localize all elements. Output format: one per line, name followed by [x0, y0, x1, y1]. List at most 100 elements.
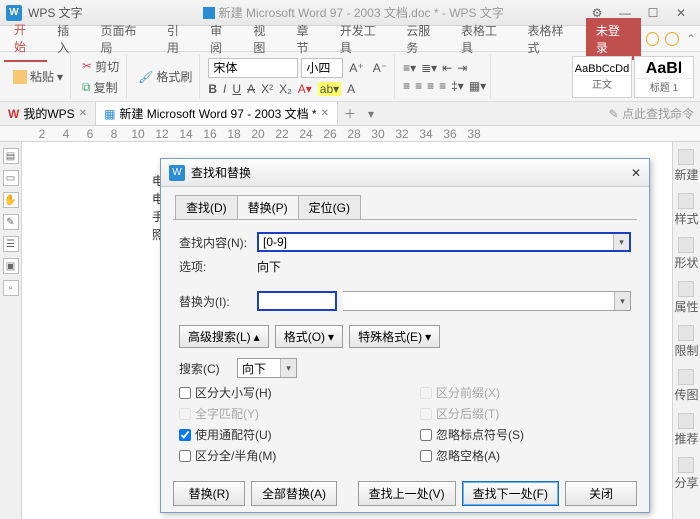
find-replace-dialog: W 查找和替换 ✕ 查找(D) 替换(P) 定位(G) 查找内容(N): [0-… — [160, 158, 650, 513]
char-border-button[interactable]: A — [347, 82, 355, 96]
find-next-button[interactable]: 查找下一处(F) — [462, 481, 559, 506]
replace-label: 替换为(I): — [179, 293, 251, 310]
panel-image[interactable]: 传图 — [674, 366, 698, 406]
extra-icon-1[interactable] — [646, 32, 660, 46]
chevron-down-icon[interactable]: ▾ — [614, 292, 630, 310]
format-brush-button[interactable]: 🖌格式刷 — [135, 67, 195, 86]
page-icon[interactable]: ▫ — [3, 280, 19, 296]
close-tab-icon[interactable]: ✕ — [79, 108, 87, 119]
new-tab-button[interactable]: ＋ — [338, 105, 362, 122]
find-input[interactable]: [0-9]▾ — [257, 232, 631, 252]
font-grow-button[interactable]: A⁺ — [346, 58, 366, 78]
chevron-down-icon[interactable]: ▾ — [280, 359, 296, 377]
highlight-icon[interactable]: ✎ — [3, 214, 19, 230]
dialog-title-bar[interactable]: W 查找和替换 ✕ — [161, 159, 649, 187]
replace-all-button[interactable]: 全部替换(A) — [251, 481, 337, 506]
panel-shape[interactable]: 形状 — [674, 234, 698, 274]
right-panel: 新建 样式 形状 属性 限制 传图 推荐 分享 — [672, 142, 700, 519]
bold-button[interactable]: B — [208, 82, 217, 96]
camera-icon[interactable]: ▣ — [3, 258, 19, 274]
numbering-button[interactable]: ≣▾ — [421, 61, 437, 75]
doc-tab-current[interactable]: ▦新建 Microsoft Word 97 - 2003 文档 *✕ — [96, 102, 338, 125]
font-size-select[interactable]: 小四 — [301, 58, 343, 78]
indent-inc-button[interactable]: ⇥ — [457, 61, 467, 75]
underline-button[interactable]: U — [232, 82, 241, 96]
super-button[interactable]: X² — [261, 82, 273, 96]
replace-input[interactable] — [257, 291, 337, 311]
chk-case[interactable]: 区分大小写(H) — [179, 384, 390, 401]
style-heading1[interactable]: AaBl标题 1 — [634, 56, 694, 98]
dialog-tab-replace[interactable]: 替换(P) — [237, 195, 299, 219]
bullets-button[interactable]: ≡▾ — [403, 61, 416, 75]
document-tabs: W我的WPS✕ ▦新建 Microsoft Word 97 - 2003 文档 … — [0, 102, 700, 126]
close-tab-icon[interactable]: ✕ — [321, 108, 329, 119]
style-normal[interactable]: AaBbCcDd正文 — [572, 56, 632, 98]
strike-button[interactable]: A — [247, 82, 255, 96]
ribbon-tabs: 开始 插入 页面布局 引用 审阅 视图 章节 开发工具 云服务 表格工具 表格样… — [0, 26, 700, 52]
font-color-button[interactable]: A▾ — [298, 82, 312, 96]
panel-prop[interactable]: 属性 — [674, 278, 698, 318]
extra-icon-2[interactable] — [665, 32, 679, 46]
collapse-ribbon-icon[interactable]: ⌃ — [686, 32, 696, 46]
dialog-close-icon[interactable]: ✕ — [631, 166, 641, 180]
italic-button[interactable]: I — [223, 82, 226, 96]
font-name-select[interactable]: 宋体 — [208, 58, 298, 78]
chk-suffix: 区分后缀(T) — [420, 405, 631, 422]
chk-whole: 全字匹配(Y) — [179, 405, 390, 422]
font-shrink-button[interactable]: A⁻ — [370, 58, 390, 78]
align-left-button[interactable]: ≡ — [403, 79, 410, 93]
close-button[interactable]: 关闭 — [565, 481, 637, 506]
maximize-icon[interactable]: ☐ — [640, 4, 666, 22]
cut-button[interactable]: ✂剪切 — [79, 57, 122, 76]
tab-tablestyle[interactable]: 表格样式 — [517, 17, 583, 61]
indent-dec-button[interactable]: ⇤ — [442, 61, 452, 75]
panel-restrict[interactable]: 限制 — [674, 322, 698, 362]
login-button[interactable]: 未登录 — [586, 18, 641, 60]
panel-style[interactable]: 样式 — [674, 190, 698, 230]
replace-button[interactable]: 替换(R) — [173, 481, 245, 506]
chk-wildcard[interactable]: 使用通配符(U) — [179, 426, 390, 443]
tab-list-button[interactable]: ▾ — [362, 107, 380, 121]
chk-prefix: 区分前缀(X) — [420, 384, 631, 401]
chk-width[interactable]: 区分全/半角(M) — [179, 447, 390, 464]
panel-recommend[interactable]: 推荐 — [674, 410, 698, 450]
options-label: 选项: — [179, 258, 251, 275]
select-icon[interactable]: ▭ — [3, 170, 19, 186]
format-button[interactable]: 格式(O) ▾ — [275, 325, 343, 348]
dialog-icon: W — [169, 165, 185, 181]
chk-punct[interactable]: 忽略标点符号(S) — [420, 426, 631, 443]
align-right-button[interactable]: ≡ — [427, 79, 434, 93]
find-label: 查找内容(N): — [179, 234, 251, 251]
align-justify-button[interactable]: ≡ — [439, 79, 446, 93]
dialog-title: 查找和替换 — [191, 164, 251, 181]
toolbar: 粘贴 ▾ ✂剪切 ⧉复制 🖌格式刷 宋体 小四 A⁺ A⁻ B I U A X²… — [0, 52, 700, 102]
left-toolbar: ▤ ▭ ✋ ✎ ☰ ▣ ▫ — [0, 142, 22, 519]
copy-button[interactable]: ⧉复制 — [79, 78, 122, 97]
search-dir-label: 搜索(C) — [179, 360, 231, 377]
chk-space[interactable]: 忽略空格(A) — [420, 447, 631, 464]
align-center-button[interactable]: ≡ — [415, 79, 422, 93]
panel-share[interactable]: 分享 — [674, 454, 698, 494]
line-spacing-button[interactable]: ‡▾ — [451, 79, 464, 93]
paste-button[interactable]: 粘贴 ▾ — [10, 67, 66, 86]
search-dir-select[interactable]: 向下▾ — [237, 358, 297, 378]
dialog-tab-goto[interactable]: 定位(G) — [298, 195, 361, 219]
chevron-down-icon[interactable]: ▾ — [613, 234, 629, 250]
note-icon[interactable]: ☰ — [3, 236, 19, 252]
special-button[interactable]: 特殊格式(E) ▾ — [349, 325, 440, 348]
doc-tab-home[interactable]: W我的WPS✕ — [0, 102, 96, 125]
sub-button[interactable]: X₂ — [279, 82, 292, 96]
panel-new[interactable]: 新建 — [674, 146, 698, 186]
advanced-search-button[interactable]: 高级搜索(L) ▴ — [179, 325, 269, 348]
dialog-tab-find[interactable]: 查找(D) — [175, 195, 238, 219]
options-value: 向下 — [257, 258, 281, 275]
shading-button[interactable]: ▦▾ — [469, 79, 486, 93]
nav-icon[interactable]: ▤ — [3, 148, 19, 164]
replace-combo-ext[interactable]: ▾ — [343, 291, 631, 311]
highlight-button[interactable]: ab▾ — [318, 82, 341, 96]
horizontal-ruler[interactable]: 2468101214161820222426283032343638 — [0, 126, 700, 142]
find-prev-button[interactable]: 查找上一处(V) — [358, 481, 456, 506]
command-search[interactable]: ✎ 点此查找命令 — [609, 105, 694, 122]
close-icon[interactable]: ✕ — [668, 4, 694, 22]
hand-icon[interactable]: ✋ — [3, 192, 19, 208]
